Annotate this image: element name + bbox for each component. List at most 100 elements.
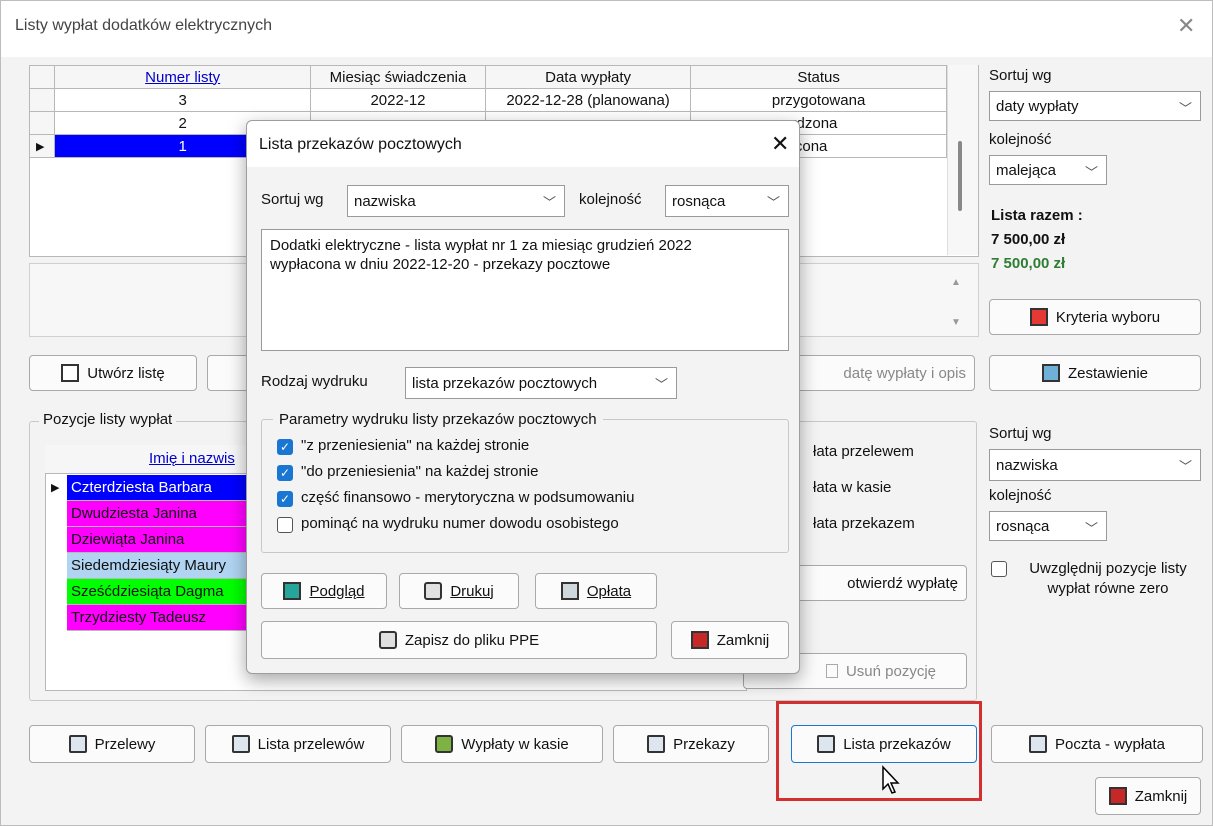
book-icon: [647, 735, 666, 753]
dialog-order-value: rosnąca: [672, 192, 726, 210]
payment-date-cell: 2022-12-28 (planowana): [484, 88, 692, 112]
positions-group-label: Pozycje listy wypłat: [39, 411, 177, 428]
chevron-down-icon: ﹀: [542, 195, 556, 210]
window-close-icon[interactable]: ✕: [1177, 13, 1195, 39]
chevron-down-icon: ﹀: [1084, 165, 1098, 180]
scroll-up-icon[interactable]: ▲: [951, 277, 961, 288]
lists-scrollbar[interactable]: [947, 65, 978, 255]
column-header-status[interactable]: Status: [690, 65, 947, 89]
column-header-name[interactable]: Imię i nazwis: [149, 450, 235, 467]
table-row[interactable]: 3 2022-12 2022-12-28 (planowana) przygot…: [28, 88, 947, 112]
scrollbar-thumb[interactable]: [958, 141, 962, 211]
position-row[interactable]: Siedemdziesiąty Maury: [67, 553, 251, 579]
window-title: Listy wypłat dodatków elektrycznych: [15, 17, 272, 34]
position-row[interactable]: Dwudziesta Janina: [67, 501, 251, 527]
print-param-checkbox[interactable]: ✓: [277, 491, 293, 507]
row-indicator-header: [28, 65, 56, 89]
dialog-close-icon[interactable]: ✕: [771, 131, 789, 157]
status-cell: przygotowana: [690, 88, 947, 112]
dialog-close-button[interactable]: Zamknij: [671, 621, 789, 659]
trash-icon: [825, 664, 838, 678]
postal-orders-button[interactable]: Przekazy: [613, 725, 769, 763]
month-cell: 2022-12: [310, 88, 486, 112]
filter-icon: [1029, 308, 1048, 326]
criteria-button[interactable]: Kryteria wyboru: [989, 299, 1201, 335]
print-param-label: pominąć na wydruku numer dowodu osobiste…: [301, 515, 619, 532]
description-line-1: Dodatki elektryczne - lista wypłat nr 1 …: [270, 237, 692, 254]
title-bar: Listy wypłat dodatków elektrycznych ✕: [1, 1, 1212, 57]
dialog-sort-value: nazwiska: [354, 192, 416, 210]
positions-sort-label: Sortuj wg: [989, 425, 1052, 442]
book-icon: [1028, 735, 1047, 753]
print-button[interactable]: Drukuj: [399, 573, 519, 609]
money-icon: [435, 735, 454, 753]
total-value-paid: 7 500,00 zł: [991, 255, 1066, 272]
total-value: 7 500,00 zł: [991, 231, 1066, 248]
print-type-label: Rodzaj wydruku: [261, 373, 368, 390]
dialog-order-select[interactable]: rosnąca ﹀: [665, 185, 789, 217]
row-pointer-icon: ▶: [28, 134, 56, 158]
mouse-cursor-icon: [882, 765, 900, 794]
monitor-icon: [283, 582, 302, 600]
create-list-button[interactable]: Utwórz listę: [29, 355, 197, 391]
position-row[interactable]: Czterdziesta Barbara: [67, 475, 251, 501]
column-header-payment-date[interactable]: Data wypłaty: [484, 65, 692, 89]
summary-button[interactable]: Zestawienie: [989, 355, 1201, 391]
print-param-label: "z przeniesienia" na każdej stronie: [301, 437, 530, 454]
postal-list-dialog: Lista przekazów pocztowych ✕ Sortuj wg n…: [246, 120, 800, 674]
chevron-down-icon: ﹀: [1178, 101, 1192, 116]
print-type-select[interactable]: lista przekazów pocztowych ﹀: [405, 367, 677, 399]
chevron-down-icon: ﹀: [766, 195, 780, 210]
new-document-icon: [61, 364, 80, 382]
printer-icon: [424, 582, 443, 600]
door-exit-icon: [1108, 787, 1127, 805]
zero-positions-label: Uwzględnij pozycje listy wypłat równe ze…: [1029, 560, 1187, 597]
position-row[interactable]: Trzydziesty Tadeusz: [67, 605, 251, 631]
preview-button[interactable]: Podgląd: [261, 573, 387, 609]
row-pointer-icon: ▶: [51, 482, 60, 494]
cash-payments-button[interactable]: Wypłaty w kasie: [401, 725, 603, 763]
print-type-value: lista przekazów pocztowych: [412, 374, 598, 392]
column-header-list-number[interactable]: Numer listy: [54, 65, 312, 89]
print-param-label: część finansowo - merytoryczna w podsumo…: [301, 489, 635, 506]
column-header-month[interactable]: Miesiąc świadczenia: [310, 65, 486, 89]
order-label: kolejność: [989, 131, 1052, 148]
print-param-checkbox[interactable]: ✓: [277, 439, 293, 455]
dialog-description-textarea[interactable]: Dodatki elektryczne - lista wypłat nr 1 …: [261, 229, 789, 351]
payment-option[interactable]: łata w kasie: [813, 479, 891, 496]
positions-order-select[interactable]: rosnąca ﹀: [989, 511, 1107, 541]
transfers-button[interactable]: Przelewy: [29, 725, 195, 763]
highlight-box: [776, 701, 982, 801]
dialog-order-label: kolejność: [579, 191, 642, 208]
book-icon: [68, 735, 87, 753]
payment-option[interactable]: łata przelewem: [813, 443, 914, 460]
position-row[interactable]: Dziewiąta Janina: [67, 527, 251, 553]
description-line-2: wypłacona w dniu 2022-12-20 - przekazy p…: [270, 256, 611, 273]
list-book-icon: [231, 735, 250, 753]
dialog-title: Lista przekazów pocztowych: [259, 136, 462, 153]
transfer-list-button[interactable]: Lista przelewów: [205, 725, 391, 763]
position-row[interactable]: Sześćdziesiąta Dagma: [67, 579, 251, 605]
print-param-label: "do przeniesienia" na każdej stronie: [301, 463, 539, 480]
post-payment-button[interactable]: Poczta - wypłata: [991, 725, 1203, 763]
total-label: Lista razem :: [991, 207, 1083, 224]
dialog-sort-label: Sortuj wg: [261, 191, 324, 208]
zero-positions-checkbox[interactable]: [991, 561, 1007, 577]
payment-option[interactable]: łata przekazem: [813, 515, 915, 532]
dialog-sort-select[interactable]: nazwiska ﹀: [347, 185, 565, 217]
chevron-down-icon: ﹀: [654, 377, 668, 392]
chevron-down-icon: ﹀: [1178, 459, 1192, 474]
positions-sort-select[interactable]: nazwiska ﹀: [989, 449, 1201, 481]
save-file-icon: [378, 631, 397, 649]
fee-button[interactable]: Opłata: [535, 573, 657, 609]
main-close-button[interactable]: Zamknij: [1095, 777, 1201, 815]
print-param-checkbox[interactable]: [277, 517, 293, 533]
sort-select-value: daty wypłaty: [996, 97, 1079, 115]
save-ppe-button[interactable]: Zapisz do pliku PPE: [261, 621, 657, 659]
calculator-icon: [560, 582, 579, 600]
door-exit-icon: [690, 631, 709, 649]
print-param-checkbox[interactable]: ✓: [277, 465, 293, 481]
sort-select[interactable]: daty wypłaty ﹀: [989, 91, 1201, 121]
scroll-down-icon[interactable]: ▼: [951, 317, 961, 328]
order-select[interactable]: malejąca ﹀: [989, 155, 1107, 185]
